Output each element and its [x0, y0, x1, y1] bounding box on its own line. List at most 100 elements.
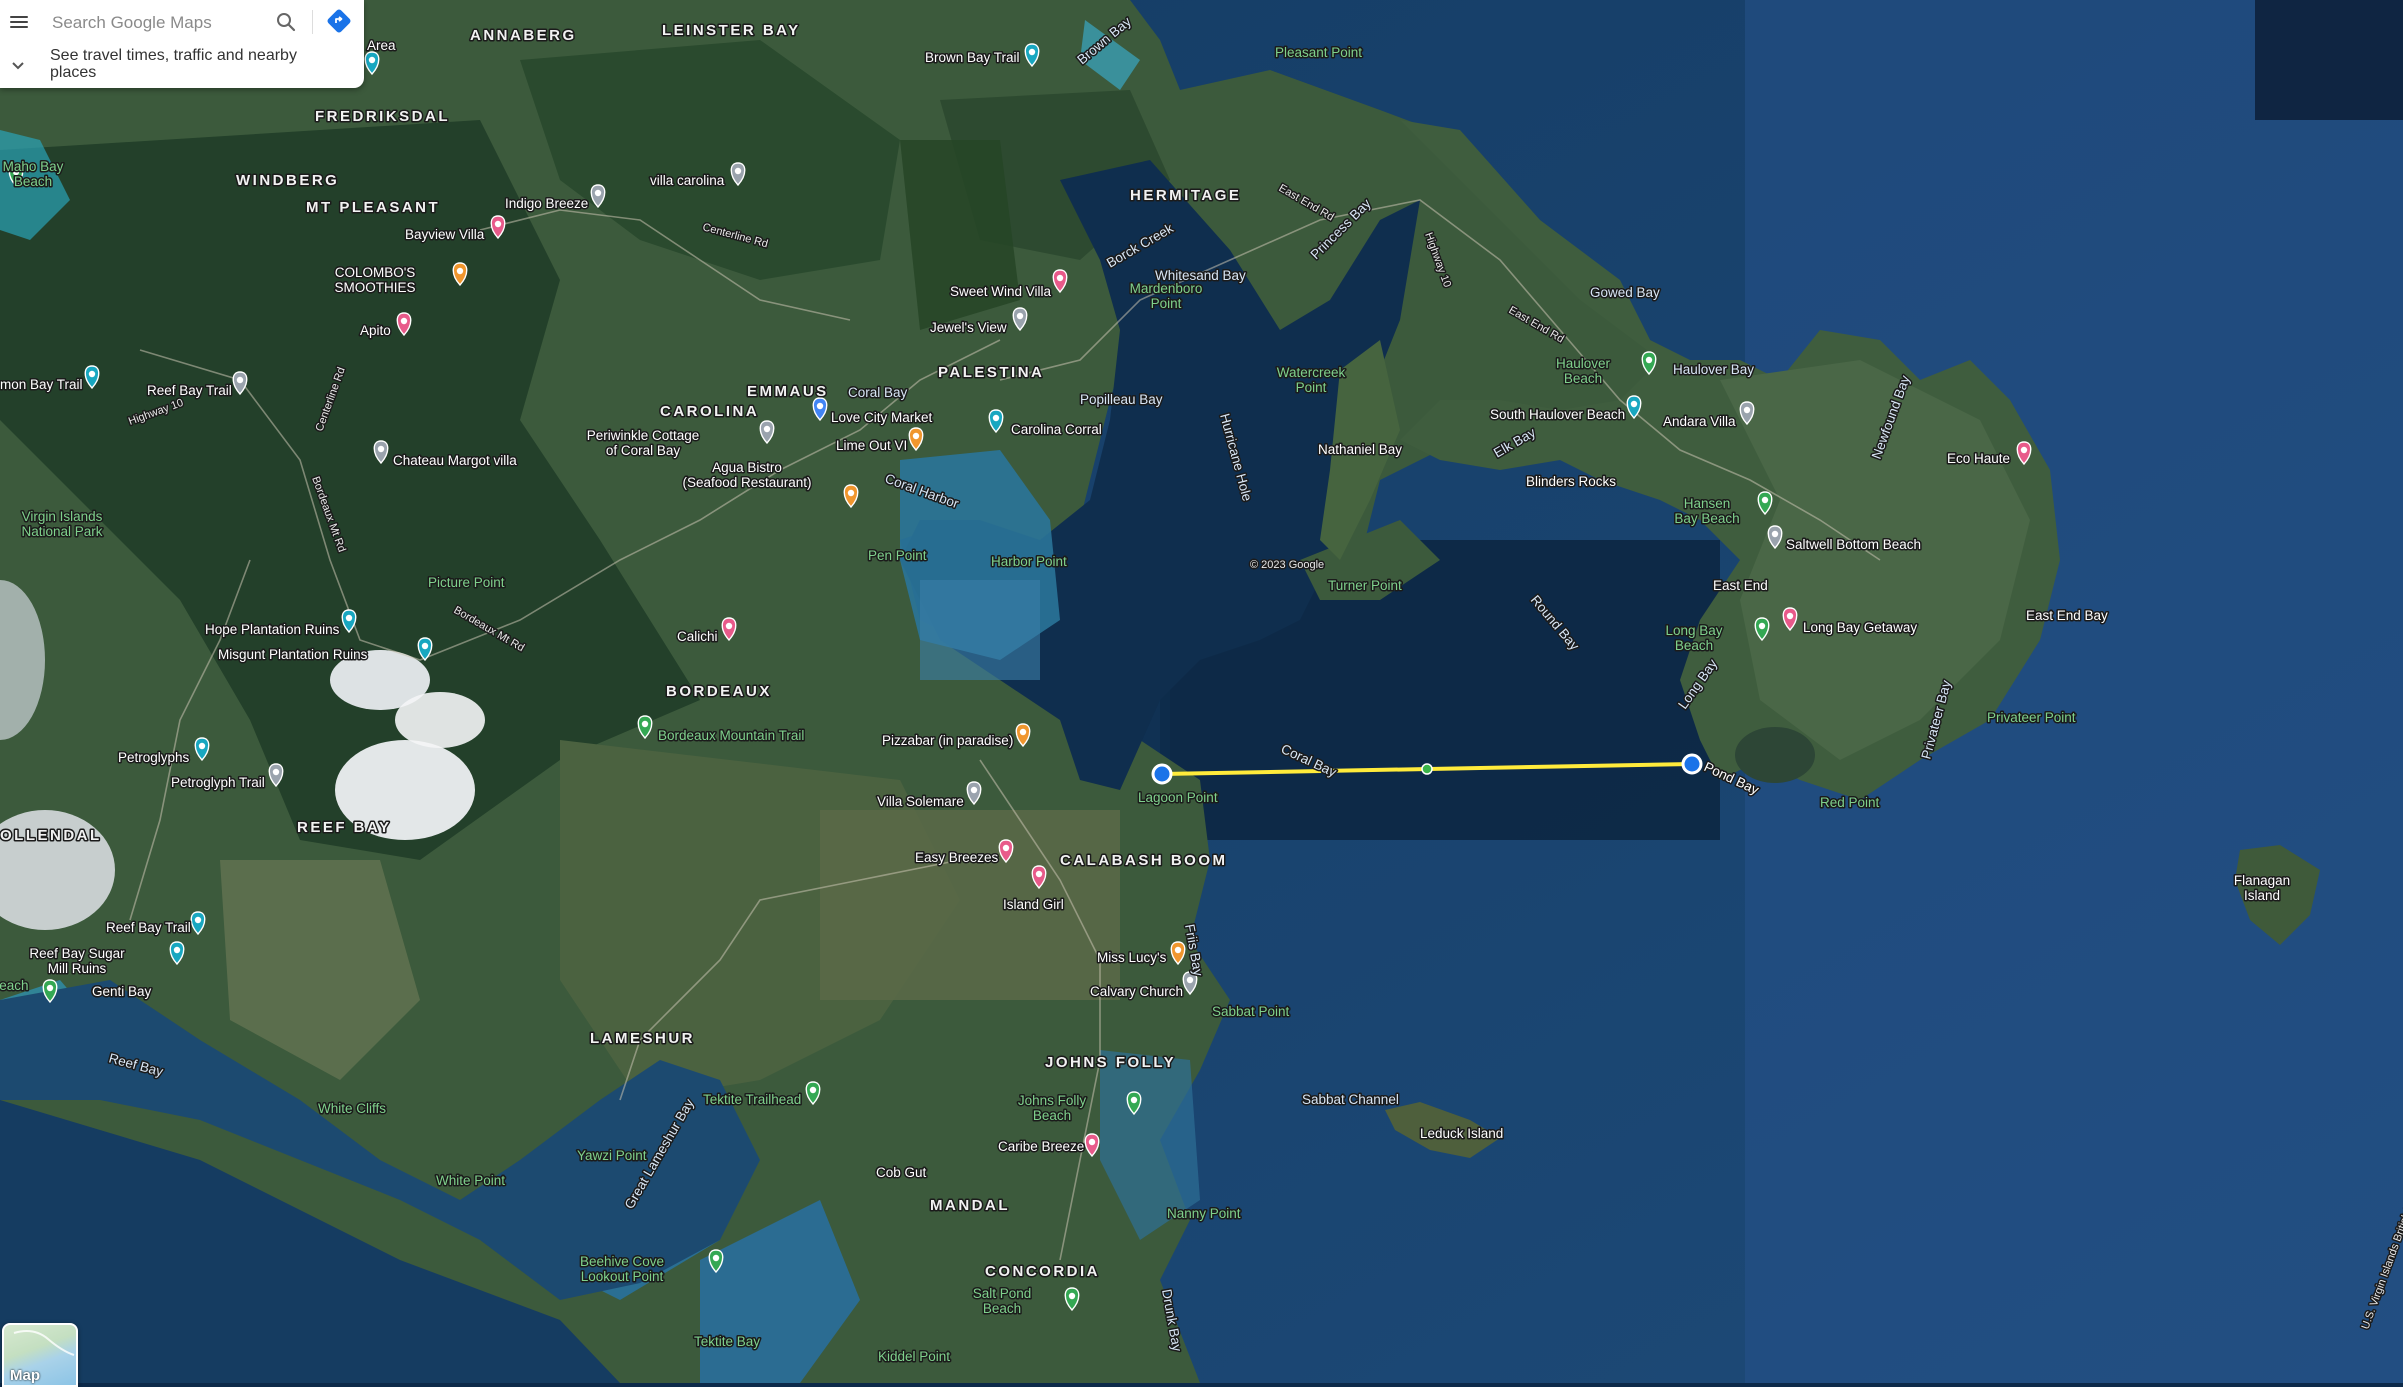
place-label[interactable]: Beehive Cove Lookout Point: [578, 1253, 665, 1286]
area-label: CONCORDIA: [985, 1263, 1100, 1280]
measure-midpoint[interactable]: [1421, 763, 1433, 775]
place-label[interactable]: South Haulover Beach: [1489, 406, 1627, 424]
place-label[interactable]: Reef Bay Trail: [146, 382, 234, 400]
area-label: CAROLINA: [660, 403, 759, 420]
measure-start-point[interactable]: [1151, 763, 1173, 785]
area-label: BORDEAUX: [666, 683, 772, 700]
layers-icon: [13, 1330, 75, 1356]
water-label: Coral Bay: [848, 385, 908, 400]
place-label: Picture Point: [428, 575, 505, 590]
place-label[interactable]: Indigo Breeze: [504, 195, 590, 213]
place-label[interactable]: Miss Lucy's: [1096, 949, 1169, 967]
place-label: East End: [1713, 578, 1768, 593]
place-label: Nanny Point: [1167, 1206, 1241, 1221]
place-label: Lagoon Point: [1138, 790, 1218, 805]
layer-switch-label: Map: [10, 1367, 40, 1384]
area-label: HERMITAGE: [1130, 187, 1241, 204]
measure-end-point[interactable]: [1681, 753, 1703, 775]
place-label: White Point: [436, 1173, 505, 1188]
place-label: East End Bay: [2026, 608, 2108, 623]
place-label: Sabbat Point: [1212, 1004, 1290, 1019]
place-label: Harbor Point: [991, 554, 1067, 569]
place-label[interactable]: Island Girl: [1002, 896, 1066, 914]
place-label[interactable]: Bordeaux Mountain Trail: [657, 727, 806, 745]
area-label: ANNABERG: [470, 27, 577, 44]
place-label[interactable]: Bayview Villa: [404, 226, 487, 244]
place-label[interactable]: Calichi: [676, 628, 720, 646]
area-label: LAMESHUR: [590, 1030, 695, 1047]
place-label[interactable]: COLOMBO'S SMOOTHIES: [333, 264, 417, 297]
place-label: Genti Bay: [92, 984, 152, 999]
place-label[interactable]: Misgunt Plantation Ruins: [217, 646, 370, 664]
water-label: Haulover Bay: [1673, 362, 1754, 377]
place-label: Blinders Rocks: [1526, 474, 1616, 489]
place-label[interactable]: Tektite Trailhead: [702, 1091, 803, 1109]
water-label: Gowed Bay: [1590, 285, 1660, 300]
area-label: JOHNS FOLLY: [1045, 1054, 1176, 1071]
place-label[interactable]: Andara Villa: [1662, 413, 1738, 431]
place-label[interactable]: Apito: [359, 322, 393, 340]
search-card: See travel times, traffic and nearby pla…: [0, 0, 364, 88]
place-label[interactable]: Love City Market: [830, 409, 935, 427]
place-label: Privateer Point: [1987, 710, 2076, 725]
place-label[interactable]: Eco Haute: [1946, 450, 2012, 468]
place-label[interactable]: Hope Plantation Ruins: [204, 621, 342, 639]
area-label: CALABASH BOOM: [1060, 852, 1228, 869]
place-label[interactable]: Easy Breezes: [914, 849, 1001, 867]
place-label: White Cliffs: [318, 1101, 386, 1116]
place-label[interactable]: Villa Solemare: [876, 793, 966, 811]
place-label[interactable]: Sweet Wind Villa: [949, 283, 1054, 301]
place-label[interactable]: Pizzabar (in paradise): [881, 732, 1015, 750]
area-label: MT PLEASANT: [306, 199, 440, 216]
place-label: Tektite Bay: [694, 1334, 760, 1349]
place-label: Pen Point: [868, 548, 927, 563]
chevron-down-icon[interactable]: [10, 57, 26, 73]
place-label: Red Point: [1820, 795, 1880, 810]
travel-times-hint[interactable]: See travel times, traffic and nearby pla…: [0, 44, 364, 88]
water-label: Sabbat Channel: [1302, 1092, 1399, 1107]
area-label: WINDBERG: [236, 172, 339, 189]
area-label: PALESTINA: [938, 364, 1044, 381]
place-label[interactable]: villa carolina: [649, 172, 727, 190]
place-label[interactable]: Petroglyphs: [117, 749, 192, 767]
place-label[interactable]: Caribe Breeze: [997, 1138, 1086, 1156]
area-label: OLLENDAL: [0, 827, 102, 844]
place-label: Yawzi Point: [577, 1148, 647, 1163]
place-label[interactable]: Carolina Corral: [1010, 421, 1104, 439]
place-label[interactable]: ee Beach: [0, 977, 30, 995]
place-label: Pleasant Point: [1275, 45, 1362, 60]
place-label: Leduck Island: [1420, 1126, 1503, 1141]
search-input[interactable]: [50, 9, 274, 37]
area-label: REEF BAY: [297, 819, 391, 836]
search-icon[interactable]: [274, 10, 298, 34]
place-label[interactable]: Petroglyph Trail: [170, 774, 267, 792]
place-label[interactable]: Jewel's View: [929, 319, 1009, 337]
divider: [312, 10, 313, 34]
place-label: Cob Gut: [876, 1165, 927, 1180]
place-label[interactable]: Calvary Church: [1089, 983, 1185, 1001]
place-label: Kiddel Point: [878, 1349, 950, 1364]
satellite-map[interactable]: ANNABERG LEINSTER BAY FREDRIKSDAL WINDBERG M…: [0, 0, 2403, 1383]
place-label[interactable]: Area: [366, 37, 398, 55]
place-label[interactable]: Saltwell Bottom Beach: [1785, 536, 1923, 554]
menu-icon[interactable]: [10, 13, 28, 29]
place-label[interactable]: Chateau Margot villa: [392, 452, 519, 470]
hint-text: See travel times, traffic and nearby pla…: [50, 47, 297, 81]
place-label[interactable]: Hansen Bay Beach: [1673, 495, 1741, 528]
search-bar: [0, 0, 364, 44]
area-label: EMMAUS: [747, 383, 829, 400]
water-label: Popilleau Bay: [1080, 392, 1163, 407]
place-label[interactable]: mon Bay Trail: [0, 376, 84, 394]
area-label: FREDRIKSDAL: [315, 108, 450, 125]
area-label: LEINSTER BAY: [662, 22, 801, 39]
place-label: Virgin Islands National Park: [21, 509, 102, 539]
area-label: MANDAL: [930, 1197, 1010, 1214]
place-label: Nathaniel Bay: [1318, 442, 1402, 457]
place-label[interactable]: Long Bay Getaway: [1802, 619, 1919, 637]
place-label[interactable]: Brown Bay Trail: [924, 49, 1022, 67]
layer-switch-button[interactable]: Map: [2, 1323, 78, 1387]
place-label[interactable]: Lime Out VI: [835, 437, 909, 455]
place-label: Turner Point: [1328, 578, 1402, 593]
place-label[interactable]: Reef Bay Trail: [105, 919, 193, 937]
directions-icon[interactable]: [326, 8, 352, 34]
